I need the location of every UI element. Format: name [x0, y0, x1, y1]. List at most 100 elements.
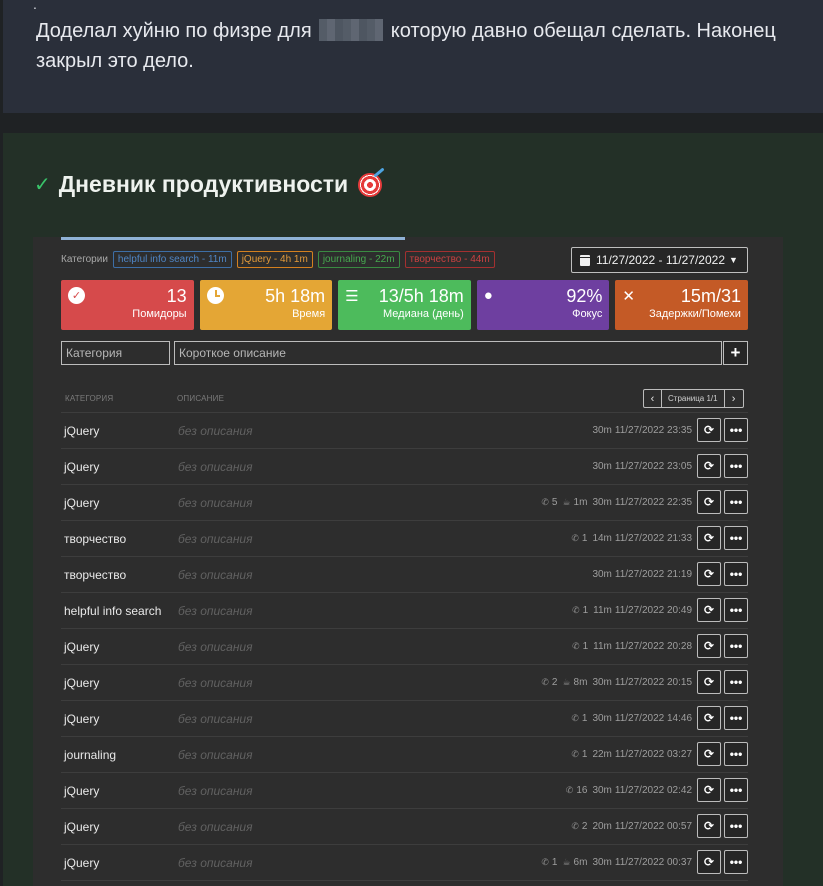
category-tag[interactable]: jQuery - 4h 1m — [236, 250, 313, 268]
repeat-button[interactable]: ⟳ — [697, 490, 721, 514]
entry-category: jQuery — [64, 460, 100, 474]
check-circle-icon: ✓ — [68, 287, 85, 304]
repeat-button[interactable]: ⟳ — [697, 814, 721, 838]
repeat-icon: ⟳ — [703, 603, 715, 617]
more-options-button[interactable]: ••• — [724, 706, 748, 730]
entry-datetime: 11/27/2022 00:37 — [614, 857, 692, 868]
category-tag[interactable]: journaling - 22m — [317, 250, 400, 268]
calls-count: ✆ 2 — [541, 677, 558, 688]
stat-value: 15m/31 — [680, 286, 741, 306]
more-options-button[interactable]: ••• — [724, 526, 748, 550]
repeat-button[interactable]: ⟳ — [697, 598, 721, 622]
post-text: Доделал хуйню по физре для которую давно… — [36, 16, 816, 76]
add-button[interactable]: + — [723, 341, 748, 365]
repeat-button[interactable]: ⟳ — [697, 454, 721, 478]
more-options-button[interactable]: ••• — [724, 778, 748, 802]
calls-count: ✆ 5 — [541, 497, 558, 508]
category-tag[interactable]: творчество - 44m — [404, 250, 495, 268]
table-row: jQuery без описания ✆ 2 20m 11/27/2022 00:57 ⟳… — [61, 809, 748, 845]
more-options-button[interactable]: ••• — [724, 454, 748, 478]
repeat-icon: ⟳ — [703, 747, 715, 761]
table-row: jQuery без описания 30m 11/27/2022 23:35 ⟳ ••… — [61, 413, 748, 449]
entry-meta: ✆ 1 30m 11/27/2022 14:46 — [566, 713, 692, 724]
duration: 30m — [592, 425, 612, 436]
more-icon: ••• — [729, 711, 743, 725]
entry-category: jQuery — [64, 712, 100, 726]
more-options-button[interactable]: ••• — [724, 490, 748, 514]
repeat-icon: ⟳ — [703, 675, 715, 689]
target-icon — [358, 172, 383, 197]
duration: 30m — [592, 461, 612, 472]
duration: 11m — [593, 605, 612, 616]
entry-description: без описания — [178, 856, 253, 870]
stat-label: Фокус — [572, 308, 603, 320]
repeat-button[interactable]: ⟳ — [697, 562, 721, 586]
entry-description: без описания — [178, 712, 253, 726]
repeat-button[interactable]: ⟳ — [697, 418, 721, 442]
date-range-button[interactable]: 11/27/2022 - 11/27/2022 ▼ — [571, 247, 748, 273]
duration: 22m — [592, 749, 612, 760]
entry-category: jQuery — [64, 856, 100, 870]
more-options-button[interactable]: ••• — [724, 814, 748, 838]
duration: 30m — [592, 497, 612, 508]
stat-time: 5h 18m Время — [199, 280, 333, 330]
entry-category: jQuery — [64, 640, 100, 654]
more-options-button[interactable]: ••• — [724, 418, 748, 442]
active-tab-indicator — [61, 237, 405, 240]
calls-count: ✆ 1 — [571, 713, 588, 724]
calendar-icon — [580, 254, 590, 266]
repeat-button[interactable]: ⟳ — [697, 778, 721, 802]
post-text-block: . Доделал хуйню по физре для которую дав… — [3, 0, 823, 113]
table-row: творчество без описания ✆ 1 14m 11/27/2022 21… — [61, 521, 748, 557]
repeat-button[interactable]: ⟳ — [697, 634, 721, 658]
next-page-button[interactable]: › — [725, 390, 743, 407]
more-icon: ••• — [729, 603, 743, 617]
more-options-button[interactable]: ••• — [724, 562, 748, 586]
duration: 11m — [593, 641, 612, 652]
stat-value: 5h 18m — [265, 286, 326, 306]
entry-description: без описания — [178, 676, 253, 690]
table-row: jQuery без описания ✆ 16 30m 11/27/2022 02:42… — [61, 773, 748, 809]
break-time: ☕ 6m — [562, 857, 588, 868]
table-row: jQuery без описания ✆ 1 11m 11/27/2022 20:28 ⟳… — [61, 629, 748, 665]
column-header-description: ОПИСАНИЕ — [177, 394, 225, 403]
duration: 30m — [592, 857, 612, 868]
more-options-button[interactable]: ••• — [724, 634, 748, 658]
more-icon: ••• — [729, 459, 743, 473]
entry-meta: 30m 11/27/2022 23:35 — [587, 425, 692, 436]
duration: 30m — [592, 569, 612, 580]
prev-page-button[interactable]: ‹ — [644, 390, 662, 407]
calls-count: ✆ 1 — [541, 857, 558, 868]
entry-category: jQuery — [64, 676, 100, 690]
repeat-button[interactable]: ⟳ — [697, 850, 721, 874]
category-input[interactable] — [61, 341, 170, 365]
entry-description: без описания — [178, 424, 253, 438]
more-icon: ••• — [729, 423, 743, 437]
stat-label: Время — [292, 308, 326, 320]
repeat-button[interactable]: ⟳ — [697, 670, 721, 694]
repeat-button[interactable]: ⟳ — [697, 742, 721, 766]
category-tag[interactable]: helpful info search - 11m — [112, 250, 232, 268]
more-options-button[interactable]: ••• — [724, 850, 748, 874]
entry-datetime: 11/27/2022 00:57 — [614, 821, 692, 832]
repeat-button[interactable]: ⟳ — [697, 526, 721, 550]
repeat-icon: ⟳ — [703, 567, 715, 581]
duration: 30m — [592, 713, 612, 724]
more-icon: ••• — [729, 747, 743, 761]
more-options-button[interactable]: ••• — [724, 742, 748, 766]
description-input[interactable] — [174, 341, 722, 365]
entry-category: jQuery — [64, 424, 100, 438]
more-options-button[interactable]: ••• — [724, 670, 748, 694]
entry-category: творчество — [64, 568, 127, 582]
calls-count: ✆ 16 — [565, 785, 588, 796]
entry-category: jQuery — [64, 820, 100, 834]
calls-count: ✆ 2 — [571, 821, 588, 832]
diary-title: Дневник продуктивности — [58, 171, 349, 197]
table-row: jQuery без описания ✆ 2 ☕ 8m 30m 11/27/2022 20:… — [61, 665, 748, 701]
duration: 14m — [592, 533, 612, 544]
more-options-button[interactable]: ••• — [724, 598, 748, 622]
stats-row: ✓ 13 Помидоры 5h 18m Время ☰ 13/5h 18m М… — [61, 280, 748, 330]
more-icon: ••• — [729, 783, 743, 797]
repeat-button[interactable]: ⟳ — [697, 706, 721, 730]
entry-description: без описания — [178, 568, 253, 582]
